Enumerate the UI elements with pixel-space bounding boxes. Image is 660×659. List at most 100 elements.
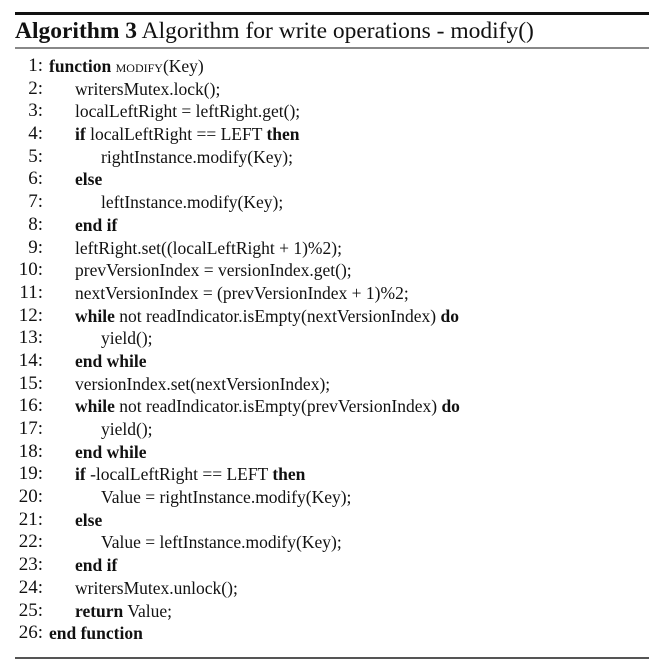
code-text: leftRight.set((localLeftRight + 1)%2); [75, 237, 342, 258]
line-code: return Value; [75, 600, 172, 623]
keyword: if [75, 124, 86, 145]
keyword: end while [75, 441, 147, 462]
code-line: 18: end while [15, 441, 649, 464]
line-number: 24: [18, 576, 43, 598]
line-code: end while [75, 441, 146, 464]
line-number: 21: [18, 508, 43, 530]
line-number: 26: [18, 622, 43, 644]
keyword: do [441, 396, 460, 417]
line-number: 4: [28, 123, 43, 145]
line-code: localLeftRight = leftRight.get(); [75, 100, 300, 123]
code-line: 11: nextVersionIndex = (prevVersionIndex … [15, 282, 649, 305]
code-line: 6: else [15, 168, 649, 191]
line-code: end while [75, 350, 146, 373]
line-code: end if [75, 214, 117, 237]
keyword: while [75, 396, 115, 417]
line-number: 7: [28, 191, 43, 213]
line-number: 6: [28, 168, 43, 190]
code-text: rightInstance.modify(Key); [101, 146, 293, 167]
keyword: end if [75, 214, 118, 235]
line-number: 3: [28, 100, 43, 122]
line-number: 18: [18, 440, 43, 462]
line-number: 10: [18, 259, 43, 281]
line-code: nextVersionIndex = (prevVersionIndex + 1… [75, 282, 409, 305]
code-text: versionIndex.set(nextVersionIndex); [75, 373, 331, 394]
code-line: 20: Value = rightInstance.modify(Key); [15, 486, 649, 509]
code-line: 9: leftRight.set((localLeftRight + 1)%2); [15, 237, 649, 260]
line-code: rightInstance.modify(Key); [101, 146, 293, 169]
keyword: return [75, 600, 124, 621]
line-number: 22: [18, 531, 43, 553]
code-line: 8: end if [15, 214, 649, 237]
line-number: 15: [18, 372, 43, 394]
line-code: else [75, 509, 102, 532]
keyword: end if [75, 555, 118, 576]
code-text: Value = leftInstance.modify(Key); [101, 532, 342, 553]
code-line: 21: else [15, 509, 649, 532]
line-number: 14: [18, 349, 43, 371]
line-number: 1: [28, 55, 43, 76]
line-code: while not readIndicator.isEmpty(prevVers… [75, 395, 460, 418]
line-number: 25: [18, 599, 43, 621]
line-code: writersMutex.lock(); [75, 78, 220, 101]
code-line: 24: writersMutex.unlock(); [15, 577, 649, 600]
line-number: 13: [18, 327, 43, 349]
code-line: 10: prevVersionIndex = versionIndex.get()… [15, 259, 649, 282]
code-text: localLeftRight == LEFT [85, 124, 267, 145]
line-code: leftRight.set((localLeftRight + 1)%2); [75, 237, 342, 260]
line-code: leftInstance.modify(Key); [101, 191, 283, 214]
keyword: do [440, 305, 459, 326]
line-number: 19: [18, 463, 43, 485]
line-code: yield(); [101, 418, 153, 441]
line-code: prevVersionIndex = versionIndex.get(); [75, 259, 352, 282]
code-text: yield(); [101, 419, 153, 439]
code-text: localLeftRight = leftRight.get(); [75, 101, 301, 122]
line-code: Value = rightInstance.modify(Key); [101, 486, 351, 509]
keyword: else [75, 169, 103, 190]
line-code: yield(); [101, 327, 153, 350]
code-line: 26: end function [15, 622, 649, 645]
line-number: 5: [28, 145, 43, 167]
code-line: 19: if -localLeftRight == LEFT then [15, 463, 649, 486]
code-text: yield(); [101, 328, 153, 349]
code-line: 3: localLeftRight = leftRight.get(); [15, 100, 649, 123]
algorithm-title: Algorithm for write operations - modify(… [141, 18, 534, 44]
code-line: 16: while not readIndicator.isEmpty(prevV… [15, 395, 649, 418]
line-number: 20: [18, 486, 43, 508]
line-code: function modify(Key) [49, 55, 204, 78]
pseudocode-lines: 1: function modify(Key) 2: writersMutex.loc… [15, 55, 649, 645]
keyword: while [75, 305, 115, 326]
line-code: if -localLeftRight == LEFT then [75, 463, 305, 486]
line-number: 23: [18, 554, 43, 576]
code-line: 2: writersMutex.lock(); [15, 78, 649, 101]
line-code: while not readIndicator.isEmpty(nextVers… [75, 305, 459, 328]
algorithm-caption: Algorithm 3 Algorithm for write operatio… [15, 15, 649, 46]
code-line: 1: function modify(Key) [15, 55, 649, 78]
code-text: not readIndicator.isEmpty(prevVersionInd… [114, 396, 442, 417]
line-number: 8: [28, 213, 43, 235]
keyword: function [49, 56, 112, 76]
code-line: 23: end if [15, 554, 649, 577]
line-number: 11: [19, 281, 43, 303]
line-number: 12: [18, 304, 43, 326]
line-code: end if [75, 554, 117, 577]
keyword: end while [75, 350, 147, 371]
code-line: 7: leftInstance.modify(Key); [15, 191, 649, 214]
code-text: -localLeftRight == LEFT [85, 464, 273, 485]
code-line: 4: if localLeftRight == LEFT then [15, 123, 649, 146]
line-number: 16: [18, 395, 43, 417]
code-line: 13: yield(); [15, 327, 649, 350]
line-code: Value = leftInstance.modify(Key); [101, 531, 342, 554]
algorithm-block: Algorithm 3 Algorithm for write operatio… [15, 12, 649, 659]
code-line: 14: end while [15, 350, 649, 373]
code-text: prevVersionIndex = versionIndex.get(); [75, 260, 352, 281]
code-text: Value; [123, 600, 173, 621]
caption-rule [15, 47, 649, 49]
code-line: 25: return Value; [15, 600, 649, 623]
code-text: (Key) [162, 56, 204, 76]
code-text: writersMutex.unlock(); [75, 577, 238, 598]
line-number: 9: [28, 236, 43, 258]
line-code: else [75, 168, 102, 191]
keyword: then [266, 124, 300, 145]
code-text: Value = rightInstance.modify(Key); [101, 487, 352, 508]
